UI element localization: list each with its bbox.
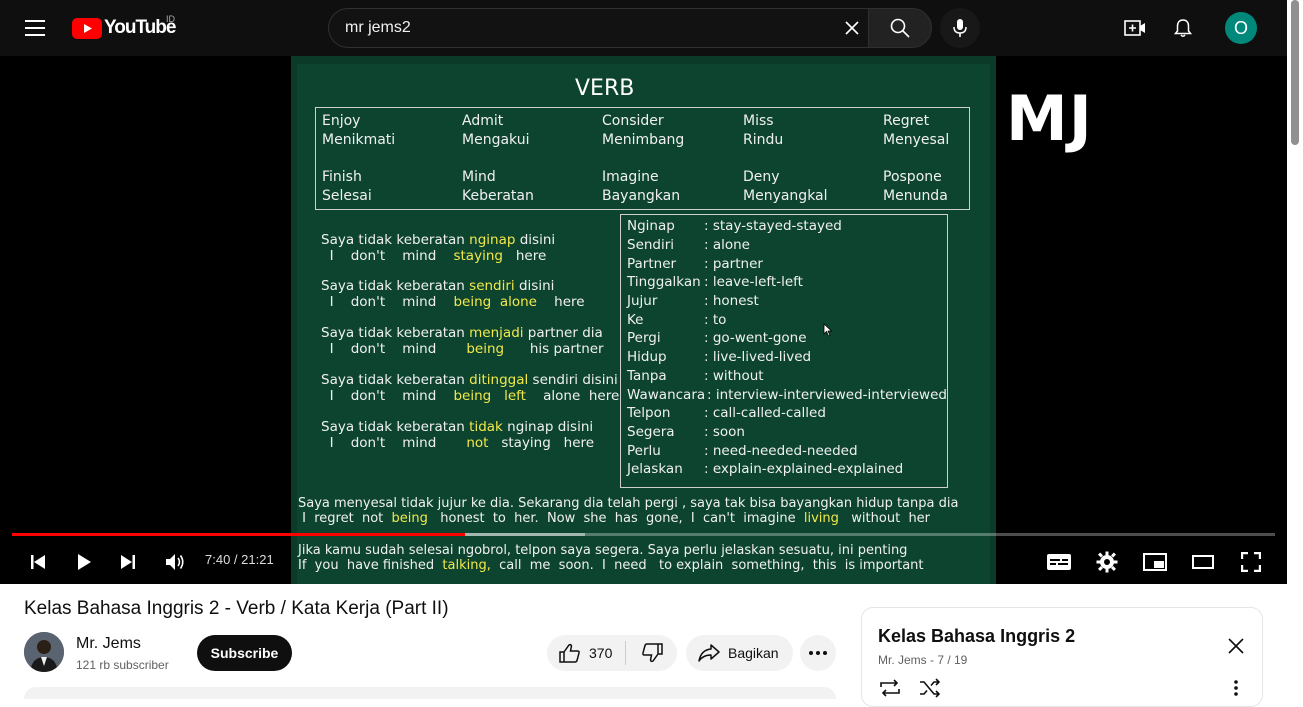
vocab-row: Ke: to — [627, 312, 727, 328]
search-input[interactable] — [345, 9, 825, 47]
like-count: 370 — [589, 645, 613, 661]
bottom-sentence-en: If you have finished talking, call me so… — [298, 558, 924, 573]
play-icon[interactable] — [66, 544, 102, 580]
verb-cell: Miss Rindu — [743, 113, 784, 148]
playlist-panel: Kelas Bahasa Inggris 2 Mr. Jems - 7 / 19 — [861, 607, 1263, 707]
microphone-icon — [953, 19, 967, 37]
vocab-row: Segera: soon — [627, 424, 745, 440]
logo-text: YouTube — [104, 17, 176, 38]
example-sentence: Saya tidak keberatan ditinggal sendiri d… — [321, 372, 620, 404]
theater-mode-icon[interactable] — [1185, 544, 1221, 580]
notifications-bell-icon[interactable] — [1163, 8, 1203, 48]
bottom-sentence-id: Saya menyesal tidak jujur ke dia. Sekara… — [298, 496, 959, 511]
vocab-row: Wawancara : interview-interviewed-interv… — [627, 387, 947, 403]
vocab-row: Hidup: live-lived-lived — [627, 349, 812, 365]
like-dislike-group: 370 — [547, 635, 677, 671]
search-button[interactable] — [868, 8, 932, 48]
subscribe-button[interactable]: Subscribe — [197, 635, 292, 671]
page-scrollbar[interactable] — [1287, 0, 1303, 697]
share-icon — [698, 644, 720, 662]
vocab-row: Perlu: need-needed-needed — [627, 443, 858, 459]
settings-gear-icon[interactable] — [1089, 544, 1125, 580]
clear-search-icon[interactable] — [836, 12, 868, 44]
vocab-row: Pergi: go-went-gone — [627, 330, 807, 346]
dislike-button[interactable] — [626, 635, 677, 671]
vocabulary-box: Nginap: stay-stayed-stayed Sendiri: alon… — [620, 214, 948, 488]
verb-cell: Finish Selesai — [322, 169, 372, 204]
description-box[interactable] — [24, 687, 836, 699]
thumbs-up-icon — [559, 643, 580, 663]
create-video-icon[interactable] — [1115, 8, 1155, 48]
menu-icon[interactable] — [16, 8, 56, 48]
voice-search-button[interactable] — [940, 8, 980, 48]
search-icon — [890, 18, 910, 38]
video-title: Kelas Bahasa Inggris 2 - Verb / Kata Ker… — [24, 598, 449, 619]
example-sentence: Saya tidak keberatan menjadi partner dia… — [321, 325, 604, 357]
bottom-sentence-en: I regret not being honest to her. Now sh… — [298, 511, 931, 526]
vocab-row: Nginap: stay-stayed-stayed — [627, 218, 842, 234]
close-icon[interactable] — [1220, 630, 1252, 662]
channel-watermark: MJ — [1006, 82, 1093, 155]
slide-content: VERB Enjoy Menikmati Admit Mengakui Consid… — [0, 56, 1287, 584]
example-sentence: Saya tidak keberatan sendiri disini I do… — [321, 278, 585, 310]
youtube-logo[interactable]: YouTube — [72, 16, 176, 40]
vocab-row: Tinggalkan: leave-left-left — [627, 274, 803, 290]
loop-icon[interactable] — [876, 676, 904, 700]
video-player[interactable]: VERB Enjoy Menikmati Admit Mengakui Consid… — [0, 56, 1287, 584]
verb-cell: Imagine Bayangkan — [602, 169, 681, 204]
playlist-meta: Mr. Jems - 7 / 19 — [878, 653, 968, 667]
verb-cell: Deny Menyangkal — [743, 169, 828, 204]
verb-table: Enjoy Menikmati Admit Mengakui Consider Men… — [315, 107, 970, 210]
youtube-play-icon — [72, 17, 102, 39]
vocab-row: Partner: partner — [627, 256, 763, 272]
progress-played — [12, 533, 466, 536]
subscriber-count: 121 rb subscriber — [76, 658, 169, 672]
vocab-row: Tanpa: without — [627, 368, 764, 384]
vocab-row: Sendiri: alone — [627, 237, 750, 253]
masthead: YouTube ID O — [0, 0, 1287, 56]
progress-bar[interactable] — [12, 533, 1275, 536]
vocab-row: Jujur: honest — [627, 293, 759, 309]
search-box — [328, 8, 869, 48]
like-button[interactable]: 370 — [547, 635, 625, 671]
country-code: ID — [166, 14, 175, 24]
subtitles-icon[interactable] — [1041, 544, 1077, 580]
thumbs-down-icon — [641, 643, 663, 663]
verb-cell: Pospone Menunda — [883, 169, 948, 204]
time-display: 7:40 / 21:21 — [205, 552, 274, 567]
share-button[interactable]: Bagikan — [686, 635, 793, 671]
verb-cell: Regret Menyesal — [883, 113, 950, 148]
channel-name[interactable]: Mr. Jems — [76, 635, 141, 653]
playlist-title[interactable]: Kelas Bahasa Inggris 2 — [878, 626, 1075, 647]
slide-title: VERB — [575, 76, 635, 101]
channel-avatar[interactable] — [24, 632, 64, 672]
more-actions-icon[interactable] — [800, 635, 836, 671]
vocab-row: Jelaskan: explain-explained-explained — [627, 461, 904, 477]
verb-cell: Mind Keberatan — [462, 169, 534, 204]
miniplayer-icon[interactable] — [1137, 544, 1173, 580]
share-label: Bagikan — [728, 645, 779, 661]
previous-icon[interactable] — [20, 544, 56, 580]
volume-icon[interactable] — [157, 544, 193, 580]
shuffle-icon[interactable] — [916, 676, 944, 700]
verb-cell: Admit Mengakui — [462, 113, 530, 148]
example-sentence: Saya tidak keberatan nginap disini I don… — [321, 232, 556, 264]
verb-cell: Enjoy Menikmati — [322, 113, 396, 148]
verb-cell: Consider Menimbang — [602, 113, 685, 148]
playlist-more-icon[interactable] — [1224, 676, 1248, 700]
scrollbar-thumb[interactable] — [1291, 0, 1299, 145]
mouse-cursor-icon — [823, 323, 833, 337]
vocab-row: Telpon: call-called-called — [627, 405, 826, 421]
account-avatar[interactable]: O — [1225, 12, 1257, 44]
example-sentence: Saya tidak keberatan tidak nginap disini… — [321, 419, 595, 451]
fullscreen-icon[interactable] — [1233, 544, 1269, 580]
bottom-sentence-id: Jika kamu sudah selesai ngobrol, telpon … — [298, 543, 908, 558]
next-icon[interactable] — [110, 544, 146, 580]
